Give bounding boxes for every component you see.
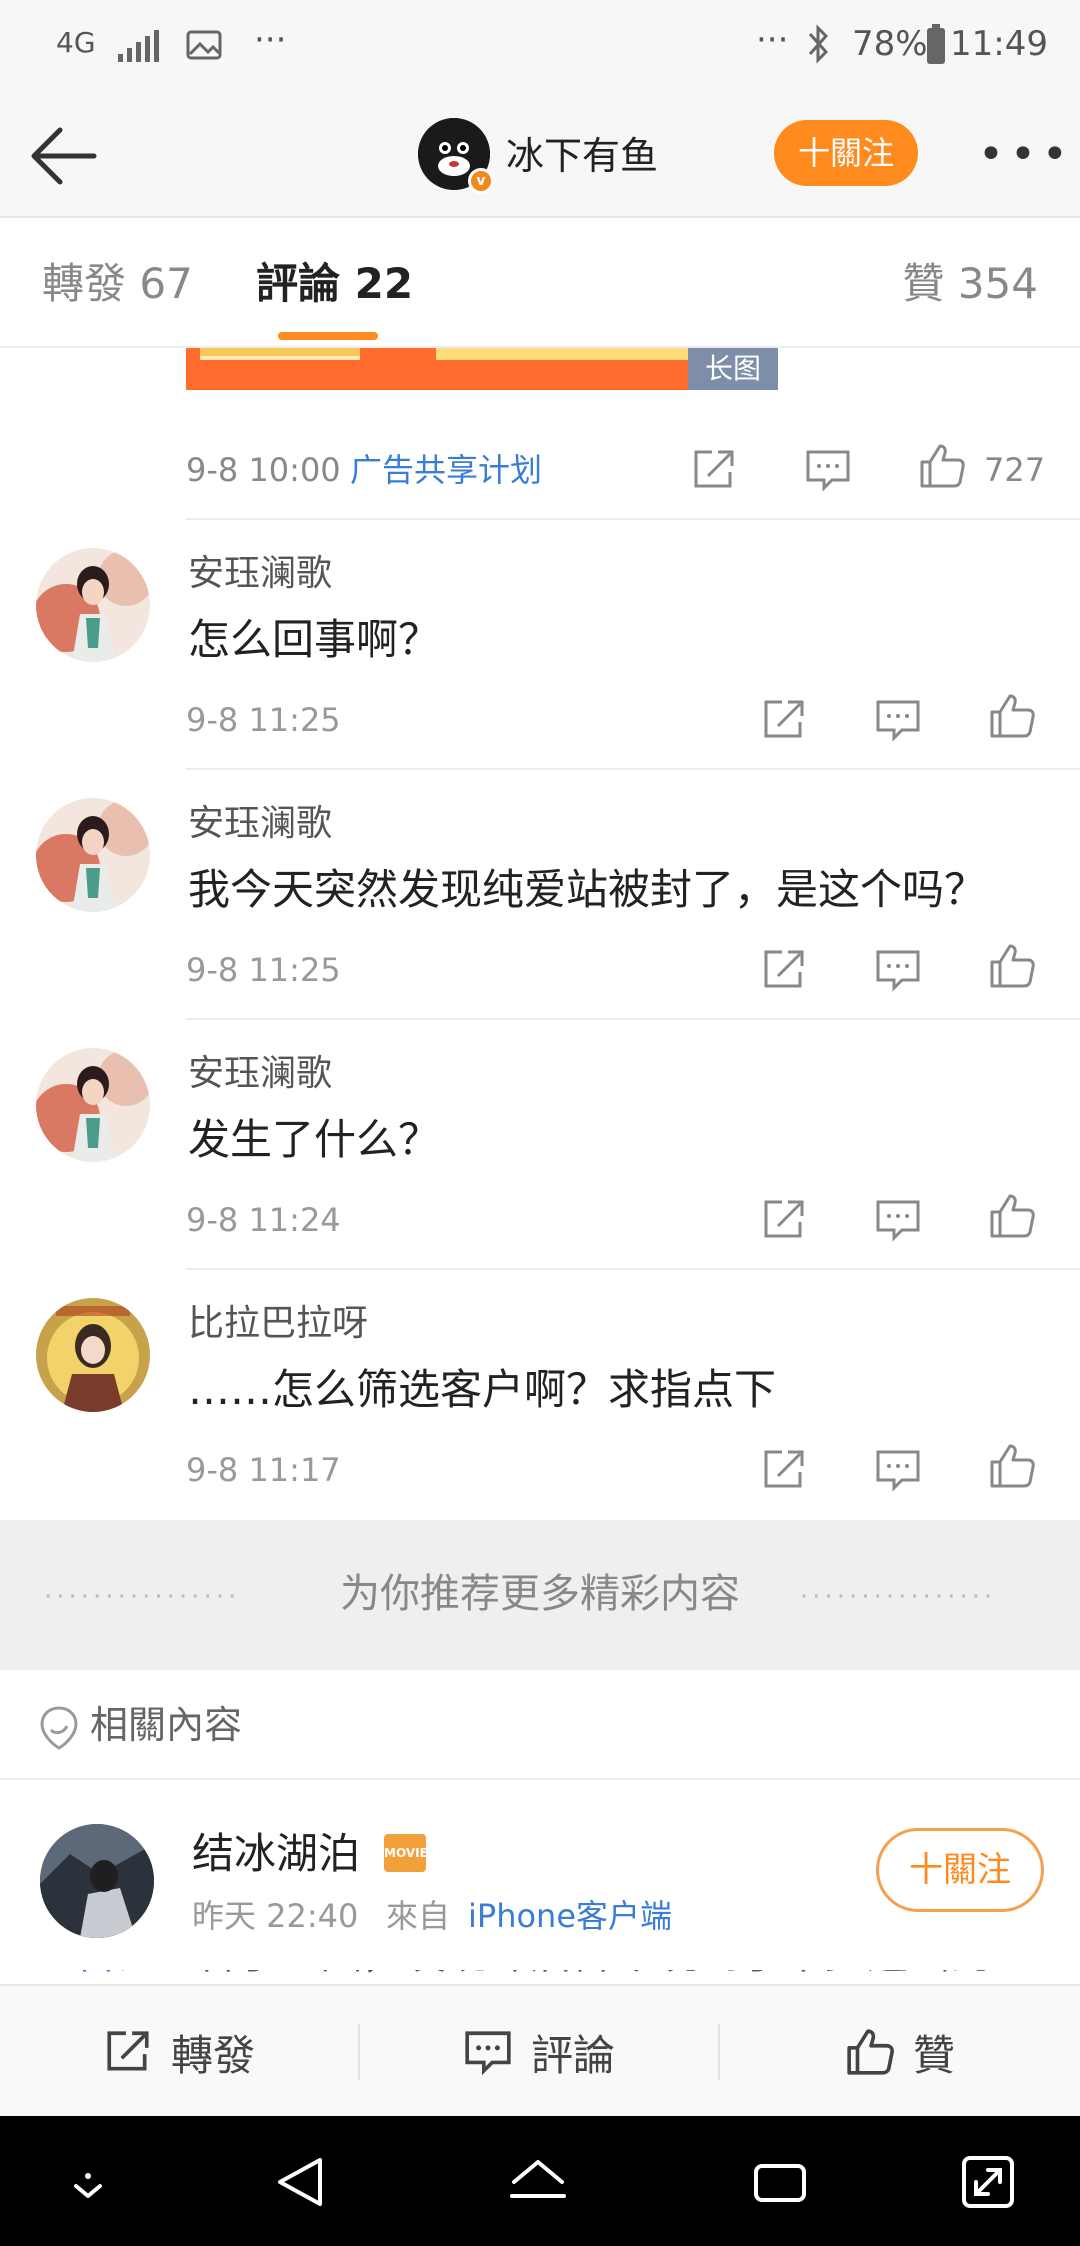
image-icon (186, 30, 222, 60)
signal-icon (118, 30, 159, 62)
battery-percent: 78% (852, 24, 928, 64)
top-header: v 冰下有鱼 十關注 ••• (0, 92, 1080, 218)
location-pin-icon (40, 1706, 78, 1750)
comment-icon[interactable] (874, 696, 922, 744)
comment-label: 評論 (530, 2030, 615, 2080)
related-post-body: 看了一圈，发现昨后群今晚到了不少造谣的 (194, 1970, 992, 1978)
comment-time: 9-8 11:25 (186, 701, 341, 739)
repost-button[interactable]: 轉發 (0, 1986, 358, 2118)
comment-icon[interactable] (874, 1196, 922, 1244)
system-nav-bar (0, 2116, 1080, 2246)
back-icon[interactable] (272, 2152, 332, 2212)
topic-tag[interactable]: #晋江# (40, 1970, 194, 1978)
related-label: 相關內容 (90, 1703, 243, 1747)
commenter-name[interactable]: 安珏澜歌 (188, 1050, 332, 1098)
like-button[interactable]: 贊 (720, 1986, 1080, 2118)
comment-time: 9-8 11:17 (186, 1451, 341, 1489)
comment-text: ……怎么筛选客户啊？求指点下 (188, 1365, 777, 1414)
comment-time: 9-8 11:25 (186, 951, 341, 989)
related-content-header[interactable]: 相關內容 (0, 1670, 1080, 1780)
network-type: 4G (56, 26, 96, 59)
more-options-icon[interactable]: ••• (978, 133, 1074, 177)
bottom-action-bar: 轉發 評論 贊 (0, 1984, 1080, 2116)
comment-button[interactable]: 評論 (360, 1986, 718, 2118)
share-icon[interactable] (760, 946, 808, 994)
status-bar: 4G ··· ··· 78% 11:49 (0, 0, 1080, 92)
follow-button[interactable]: 十關注 (774, 120, 918, 186)
tab-reposts[interactable]: 轉發 67 (42, 258, 193, 310)
commenter-name[interactable]: 安珏澜歌 (188, 800, 332, 848)
status-more-right: ··· (756, 20, 789, 60)
commenter-avatar[interactable] (36, 1298, 150, 1412)
like-icon (847, 2029, 894, 2075)
like-icon[interactable] (918, 442, 966, 490)
repost-label: 轉發 (170, 2030, 255, 2080)
back-arrow-icon[interactable] (28, 120, 100, 192)
home-icon[interactable] (508, 2152, 568, 2212)
expand-icon[interactable] (958, 2152, 1018, 2212)
tab-likes[interactable]: 贊 354 (902, 258, 1038, 310)
comment-text: 我今天突然发现纯爱站被封了，是这个吗？ (188, 865, 987, 914)
commenter-name[interactable]: 比拉巴拉呀 (188, 1300, 368, 1348)
like-label: 贊 (912, 2030, 955, 2080)
comment-text: 发生了什么？ (188, 1115, 441, 1164)
like-icon[interactable] (988, 1442, 1036, 1490)
commenter-avatar[interactable] (36, 798, 150, 912)
like-icon[interactable] (988, 1192, 1036, 1240)
status-more: ··· (254, 20, 287, 60)
clock: 11:49 (950, 24, 1048, 64)
related-author-avatar[interactable] (40, 1824, 154, 1938)
hide-keyboard-icon[interactable] (58, 2152, 118, 2212)
related-post-text[interactable]: #晋江#看了一圈，发现昨后群今晚到了不少造谣的 (40, 1970, 1040, 1984)
comment-icon[interactable] (874, 1446, 922, 1494)
commenter-name[interactable]: 安珏澜歌 (188, 550, 332, 598)
ad-time: 9-8 10:00 (186, 451, 341, 489)
related-author-name[interactable]: 结冰湖泊 (192, 1826, 360, 1882)
share-icon[interactable] (690, 446, 738, 494)
share-icon[interactable] (760, 1446, 808, 1494)
movie-badge-icon: MOVIE (384, 1834, 428, 1872)
active-tab-indicator (278, 332, 378, 340)
comment-time: 9-8 11:24 (186, 1201, 341, 1239)
ad-program-link[interactable]: 广告共享计划 (350, 448, 542, 492)
divider (186, 1268, 1080, 1270)
comment-icon[interactable] (874, 946, 922, 994)
recommend-text: 为你推荐更多精彩内容 (340, 1571, 740, 1617)
repost-icon (107, 2031, 149, 2071)
share-icon[interactable] (760, 1196, 808, 1244)
related-follow-button[interactable]: 十關注 (876, 1828, 1044, 1912)
like-icon[interactable] (988, 692, 1036, 740)
recommend-section[interactable]: ················ ················ 为你推荐更多… (0, 1520, 1080, 1670)
commenter-avatar[interactable] (36, 548, 150, 662)
battery-icon (927, 24, 945, 64)
long-image-tag: 长图 (688, 348, 778, 390)
verified-badge-icon: v (468, 168, 494, 194)
comment-icon[interactable] (804, 446, 852, 494)
like-icon[interactable] (988, 942, 1036, 990)
ad-like-count: 727 (984, 451, 1046, 489)
comment-tabs: 轉發 67 評論 22 贊 354 (0, 218, 1080, 348)
source-prefix: 來自 (386, 1897, 451, 1935)
share-icon[interactable] (760, 696, 808, 744)
bluetooth-icon (808, 24, 829, 64)
commenter-avatar[interactable] (36, 1048, 150, 1162)
divider (186, 518, 1080, 520)
post-source[interactable]: iPhone客户端 (468, 1892, 672, 1940)
related-post-time: 昨天 22:40 (192, 1897, 359, 1935)
comment-icon (465, 2031, 511, 2076)
comment-text: 怎么回事啊？ (188, 615, 441, 664)
divider (186, 1018, 1080, 1020)
tab-comments[interactable]: 評論 22 (256, 258, 413, 310)
recent-apps-icon[interactable] (750, 2152, 810, 2212)
divider (186, 768, 1080, 770)
author-name[interactable]: 冰下有鱼 (506, 126, 658, 186)
